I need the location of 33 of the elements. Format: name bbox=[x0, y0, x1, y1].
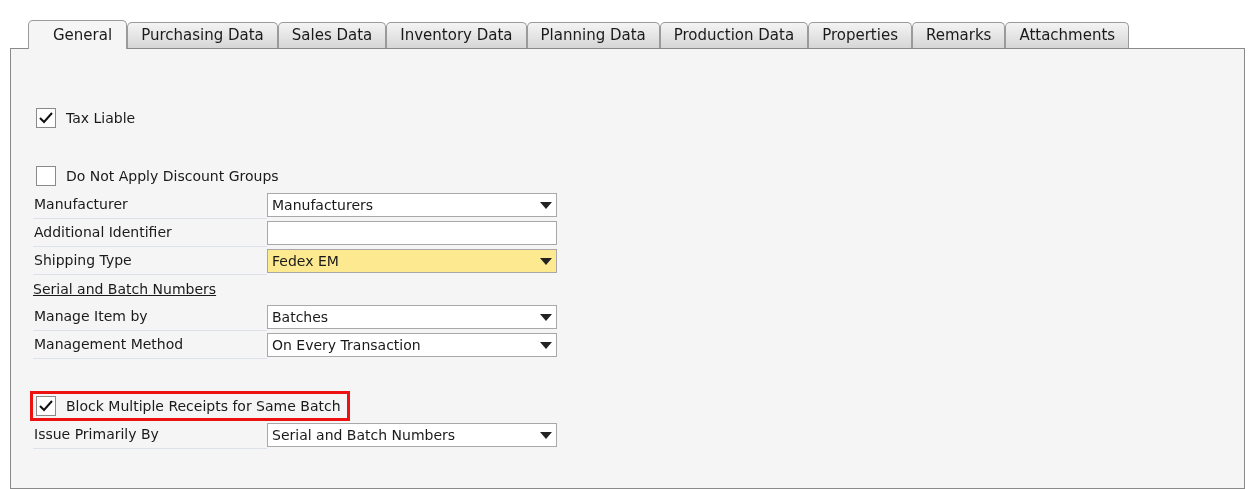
dropdown-arrow-icon[interactable] bbox=[540, 341, 552, 349]
tab[interactable]: Purchasing Data bbox=[127, 22, 278, 48]
field-label: Issue Primarily By bbox=[33, 421, 267, 449]
field-label: Shipping Type bbox=[33, 247, 267, 275]
field-label: Management Method bbox=[33, 331, 267, 359]
dropdown[interactable]: Fedex EM bbox=[267, 249, 557, 273]
tab[interactable]: Planning Data bbox=[526, 22, 660, 48]
dropdown[interactable]: Manufacturers bbox=[267, 193, 557, 217]
tab[interactable]: General bbox=[28, 20, 128, 49]
tab[interactable]: Remarks bbox=[911, 22, 1006, 48]
dropdown-arrow-icon[interactable] bbox=[540, 313, 552, 321]
input-field[interactable] bbox=[267, 221, 557, 245]
checkbox-label: Do Not Apply Discount Groups bbox=[66, 166, 279, 186]
dropdown[interactable]: Batches bbox=[267, 305, 557, 329]
dropdown-arrow-icon[interactable] bbox=[540, 257, 552, 265]
dropdown-arrow-icon[interactable] bbox=[540, 431, 552, 439]
tab[interactable]: Inventory Data bbox=[386, 22, 527, 48]
checkbox-label: Block Multiple Receipts for Same Batch bbox=[66, 396, 341, 416]
checkbox[interactable] bbox=[36, 166, 56, 186]
checkbox[interactable] bbox=[36, 108, 56, 128]
dropdown[interactable]: Serial and Batch Numbers bbox=[267, 423, 557, 447]
field-label: Manufacturer bbox=[33, 191, 267, 219]
field-label: Manage Item by bbox=[33, 303, 267, 331]
tab[interactable]: Production Data bbox=[659, 22, 809, 48]
section-heading: Serial and Batch Numbers bbox=[33, 279, 217, 299]
field-label: Additional Identifier bbox=[33, 219, 267, 247]
tab[interactable]: Attachments bbox=[1005, 22, 1130, 48]
tab[interactable]: Sales Data bbox=[277, 22, 387, 48]
dropdown-arrow-icon[interactable] bbox=[540, 201, 552, 209]
dropdown[interactable]: On Every Transaction bbox=[267, 333, 557, 357]
tab[interactable]: Properties bbox=[808, 22, 912, 48]
checkbox-label: Tax Liable bbox=[66, 108, 136, 128]
checkbox[interactable] bbox=[36, 396, 56, 416]
